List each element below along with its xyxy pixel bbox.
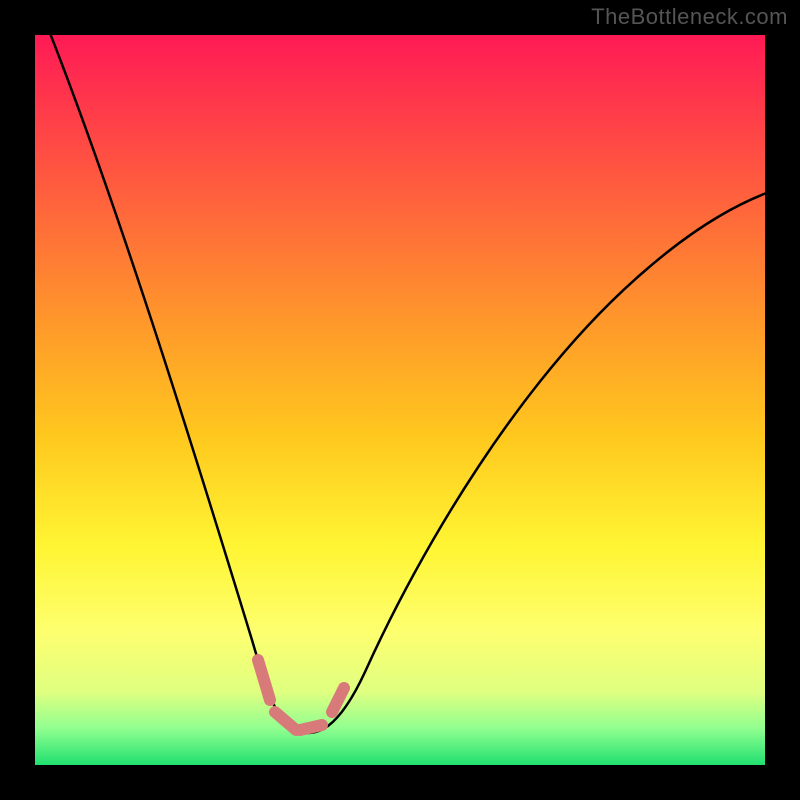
chart-frame: TheBottleneck.com	[0, 0, 800, 800]
bottleneck-chart	[0, 0, 800, 800]
watermark-text: TheBottleneck.com	[591, 4, 788, 30]
gradient-background	[35, 35, 765, 765]
